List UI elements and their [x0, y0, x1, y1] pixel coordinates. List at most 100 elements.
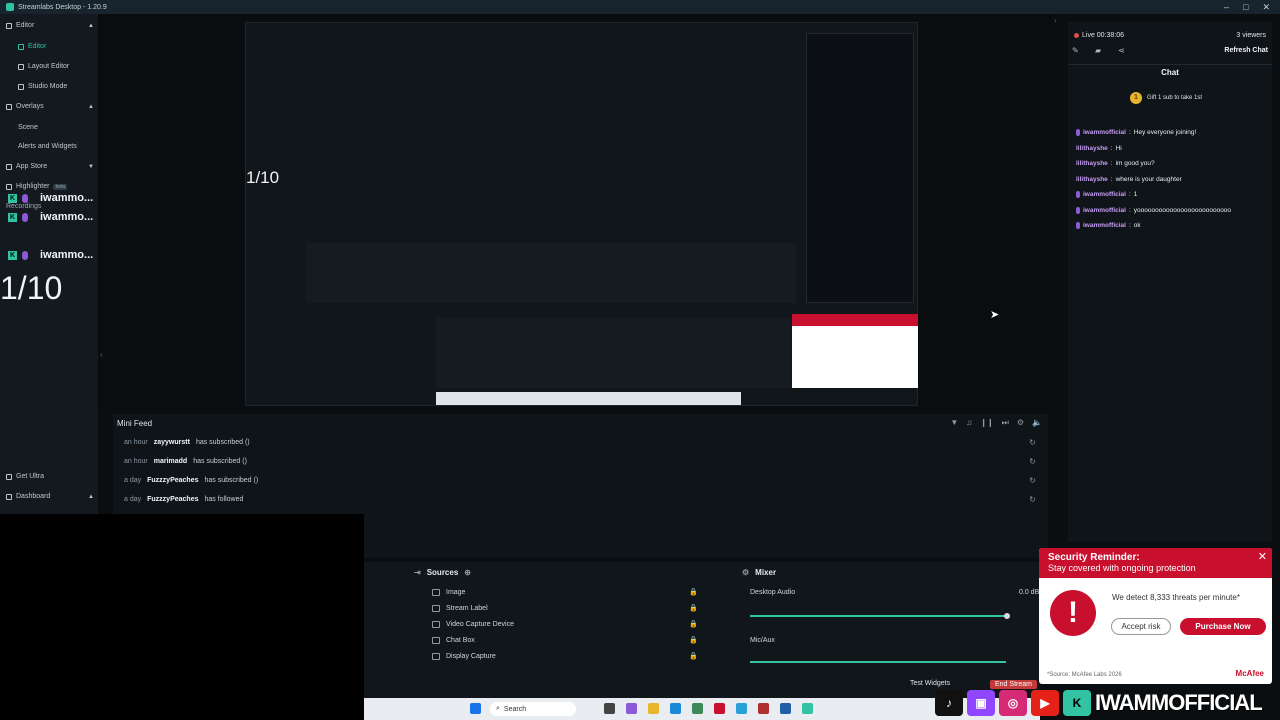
streamlabs-icon[interactable] — [802, 703, 813, 714]
folder-icon[interactable]: ▰ — [1095, 46, 1101, 55]
mixer-title: Mixer — [755, 568, 777, 577]
lock-icon[interactable]: 🔒 — [689, 636, 698, 644]
accept-risk-button[interactable]: Accept risk — [1111, 618, 1171, 635]
settings-icon[interactable]: ⚙ — [1017, 418, 1024, 428]
chat-user[interactable]: iwammofficial — [1083, 191, 1126, 198]
pause-icon[interactable]: ❙❙ — [980, 418, 993, 428]
lock-icon[interactable]: 🔒 — [689, 620, 698, 628]
chat-message: iwammofficial: 1 — [1076, 191, 1137, 198]
sidebar-item-label: Layout Editor — [28, 63, 70, 70]
app-icon[interactable] — [626, 703, 637, 714]
mic-icon — [1076, 207, 1080, 214]
sidebar-item-highlighter[interactable]: Highlighter beta — [6, 183, 94, 190]
chevron-up-icon[interactable]: ▲ — [88, 104, 94, 110]
sidebar-section-overlays[interactable]: Overlays ▲ — [6, 103, 94, 110]
chat-text: yoooooooooooooooooooooooooo — [1133, 207, 1232, 214]
chevron-up-icon[interactable]: ▲ — [88, 494, 94, 500]
skip-icon[interactable]: ⏭ — [1002, 418, 1009, 428]
chat-user[interactable]: iwammofficial — [1083, 222, 1126, 229]
chat-icon — [432, 636, 440, 644]
filter-icon[interactable]: ▼ — [950, 418, 958, 428]
chat-user[interactable]: iwammofficial — [1083, 207, 1126, 214]
sidebar-section-editor[interactable]: Editor ▲ — [6, 22, 94, 29]
settings-icon[interactable]: ⚙ — [742, 568, 749, 577]
close-icon[interactable]: ✕ — [1262, 2, 1270, 13]
app-icon[interactable] — [736, 703, 747, 714]
sidebar-item-editor[interactable]: Editor — [18, 43, 46, 50]
feed-user: FuzzzyPeaches — [147, 476, 199, 484]
refresh-chat-button[interactable]: Refresh Chat — [1224, 47, 1268, 54]
chat-text: 1 — [1133, 191, 1138, 198]
feed-action: has subscribed () — [204, 476, 259, 484]
edge-icon[interactable] — [670, 703, 681, 714]
viewer-count: 3 viewers — [1236, 32, 1266, 39]
sidebar-item-recordings[interactable]: Recordings — [6, 203, 94, 210]
source-label: Image — [446, 588, 466, 596]
task-view-icon[interactable] — [604, 703, 615, 714]
app-icon[interactable] — [714, 703, 725, 714]
sidebar-section-app-store[interactable]: App Store ▼ — [6, 163, 94, 170]
label-icon — [432, 604, 440, 612]
chat-user[interactable]: lilithayshe — [1076, 145, 1108, 152]
lock-icon[interactable]: 🔒 — [689, 652, 698, 660]
app-icon[interactable] — [780, 703, 791, 714]
sidebar-item-get-ultra[interactable]: Get Ultra — [6, 473, 94, 480]
volume-slider[interactable] — [750, 615, 1006, 617]
nested-mini-feed — [306, 243, 796, 303]
chat-user[interactable]: lilithayshe — [1076, 160, 1108, 167]
sidebar-item-scene[interactable]: Scene — [18, 124, 38, 131]
collapse-left-icon[interactable]: ‹ — [100, 350, 103, 359]
purchase-now-button[interactable]: Purchase Now — [1180, 618, 1266, 635]
kick-icon: K — [8, 213, 17, 222]
lock-icon[interactable]: 🔒 — [689, 604, 698, 612]
mcafee-logo: McAfee — [1235, 669, 1264, 678]
windows-start-icon[interactable] — [470, 703, 481, 714]
instagram-icon: ◎ — [999, 690, 1027, 716]
overlay-chat-user: iwammo... — [40, 192, 94, 204]
popup-header: Security Reminder: Stay covered with ong… — [1039, 548, 1272, 578]
add-source-icon[interactable]: ⊕ — [464, 568, 471, 577]
lock-icon[interactable]: 🔒 — [689, 588, 698, 596]
volume-icon[interactable]: 🔈 — [1032, 418, 1042, 428]
collapse-right-icon[interactable]: › — [1054, 16, 1057, 25]
gift-banner[interactable]: 1 Gift 1 sub to take 1st — [1130, 92, 1202, 104]
source-item[interactable]: Chat Box 🔒 — [432, 636, 698, 644]
source-item[interactable]: Display Capture 🔒 — [432, 652, 698, 660]
pencil-icon[interactable]: ✎ — [1072, 46, 1079, 55]
volume-slider[interactable] — [750, 661, 1006, 663]
replay-icon[interactable]: ↻ — [1029, 457, 1036, 466]
sidebar-item-studio-mode[interactable]: Studio Mode — [18, 83, 67, 90]
sidebar-item-layout-editor[interactable]: Layout Editor — [18, 63, 69, 70]
source-item[interactable]: Video Capture Device 🔒 — [432, 620, 698, 628]
popup-title: Security Reminder: — [1048, 552, 1140, 563]
sidebar-section-dashboard[interactable]: Dashboard ▲ — [6, 493, 94, 500]
replay-icon[interactable]: ↻ — [1029, 438, 1036, 447]
kick-icon: K — [1063, 690, 1091, 716]
replay-icon[interactable]: ↻ — [1029, 476, 1036, 485]
chat-user[interactable]: iwammofficial — [1083, 129, 1126, 136]
mcafee-popup: Security Reminder: Stay covered with ong… — [1039, 548, 1272, 684]
volume-slider-knob[interactable] — [1004, 613, 1010, 619]
nested-mcafee-popup — [792, 314, 918, 388]
sidebar-item-alerts-widgets[interactable]: Alerts and Widgets — [18, 143, 77, 150]
collapse-icon[interactable]: ⇥ — [414, 568, 421, 577]
source-item[interactable]: Image 🔒 — [432, 588, 698, 596]
source-item[interactable]: Stream Label 🔒 — [432, 604, 698, 612]
highlighter-icon — [6, 183, 12, 190]
app-icon[interactable] — [692, 703, 703, 714]
sidebar-item-label: Editor — [28, 43, 47, 50]
app-icon[interactable] — [758, 703, 769, 714]
maximize-icon[interactable]: □ — [1243, 2, 1248, 13]
minimize-icon[interactable]: – — [1224, 2, 1229, 13]
chat-user[interactable]: lilithayshe — [1076, 176, 1108, 183]
folder-icon[interactable] — [648, 703, 659, 714]
live-dot-icon — [1074, 33, 1079, 38]
chevron-up-icon[interactable]: ▲ — [88, 23, 94, 29]
sidebar-item-label: Studio Mode — [28, 83, 68, 90]
taskbar-search[interactable]: ⌕ Search — [490, 702, 576, 716]
replay-icon[interactable]: ↻ — [1029, 495, 1036, 504]
share-icon[interactable]: ⋖ — [1118, 46, 1125, 55]
chevron-down-icon[interactable]: ▼ — [88, 164, 94, 170]
close-icon[interactable]: ✕ — [1258, 550, 1267, 563]
music-icon[interactable]: ♫ — [966, 418, 972, 428]
